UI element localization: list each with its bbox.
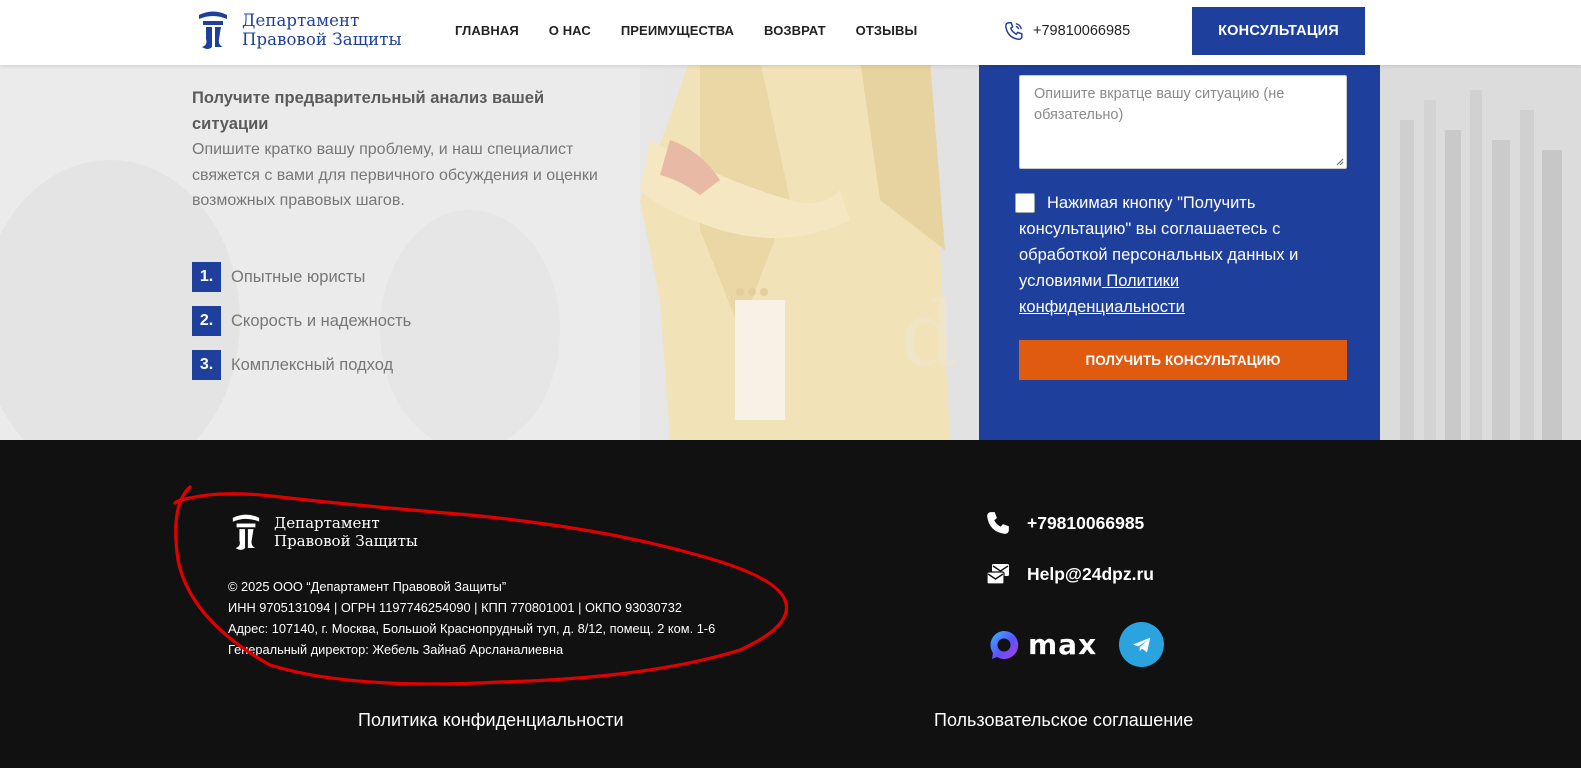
footer-logo[interactable]: Департамент Правовой Защиты xyxy=(230,512,418,552)
footer-email-address: Help@24dpz.ru xyxy=(1027,563,1154,584)
feature-label: Комплексный подход xyxy=(231,355,394,374)
site-footer: Департамент Правовой Защиты © 2025 ООО “… xyxy=(0,440,1581,768)
legal-info: © 2025 ООО “Департамент Правовой Защиты”… xyxy=(228,576,715,660)
footer-terms-link[interactable]: Пользовательское соглашение xyxy=(934,710,1193,731)
social-links: max xyxy=(988,622,1165,667)
feature-label: Опытные юристы xyxy=(231,267,366,286)
nav-home[interactable]: ГЛАВНАЯ xyxy=(455,23,519,38)
max-messenger-icon xyxy=(990,630,1019,659)
footer-logo-line-2: Правовой Защиты xyxy=(274,532,418,550)
header-phone[interactable]: +79810066985 xyxy=(1003,20,1130,42)
logo-line-1: Департамент xyxy=(242,11,360,30)
intro-text: Опишите кратко вашу проблему, и наш спец… xyxy=(192,141,598,209)
header-phone-number: +79810066985 xyxy=(1033,23,1131,39)
feature-label: Скорость и надежность xyxy=(231,311,412,330)
nav-advantages[interactable]: ПРЕИМУЩЕСТВА xyxy=(621,23,734,38)
consultation-form: Опишите вкратце вашу ситуацию (не обязат… xyxy=(979,0,1380,440)
consent-text: Нажимая кнопку "Получить консультацию" в… xyxy=(1019,190,1329,320)
hero-section: d Получите предварительный анализ вашей … xyxy=(0,0,1581,440)
column-logo-icon xyxy=(199,11,227,49)
feature-item: 2. Скорость и надежность xyxy=(192,306,411,336)
nav-reviews[interactable]: ОТЗЫВЫ xyxy=(856,23,918,38)
situation-textarea[interactable]: Опишите вкратце вашу ситуацию (не обязат… xyxy=(1019,75,1347,169)
mail-stack-icon xyxy=(986,564,1009,585)
phone-call-icon xyxy=(1005,22,1023,40)
intro-heading: Получите предварительный анализ вашей си… xyxy=(192,89,545,133)
copyright: © 2025 ООО “Департамент Правовой Защиты” xyxy=(228,579,507,594)
consultation-button[interactable]: КОНСУЛЬТАЦИЯ xyxy=(1192,7,1365,55)
phone-icon xyxy=(987,512,1009,534)
company-address: Адрес: 107140, г. Москва, Большой Красно… xyxy=(228,621,716,636)
features-list: 1. Опытные юристы 2. Скорость и надежнос… xyxy=(192,262,411,394)
footer-email[interactable]: Help@24dpz.ru xyxy=(985,561,1154,587)
site-header: Департамент Правовой Защиты ГЛАВНАЯ О НА… xyxy=(0,0,1581,65)
nav-refund[interactable]: ВОЗВРАТ xyxy=(764,23,826,38)
max-label: max xyxy=(1028,628,1098,661)
feature-item: 3. Комплексный подход xyxy=(192,350,411,380)
feature-number: 2. xyxy=(192,306,221,336)
footer-logo-line-1: Департамент xyxy=(274,514,380,532)
telegram-icon xyxy=(1132,637,1150,652)
feature-item: 1. Опытные юристы xyxy=(192,262,411,292)
max-messenger-link[interactable]: max xyxy=(988,628,1097,661)
textarea-placeholder: Опишите вкратце вашу ситуацию (не обязат… xyxy=(1034,86,1285,123)
main-nav: ГЛАВНАЯ О НАС ПРЕИМУЩЕСТВА ВОЗВРАТ ОТЗЫВ… xyxy=(455,23,947,38)
column-logo-icon xyxy=(232,514,260,550)
registry-numbers: ИНН 9705131094 | ОГРН 1197746254090 | КП… xyxy=(228,600,683,615)
general-director: Генеральный директор: Жебель Зайнаб Арсл… xyxy=(228,642,564,657)
feature-number: 1. xyxy=(192,262,221,292)
footer-phone[interactable]: +79810066985 xyxy=(985,510,1144,536)
get-consultation-button[interactable]: ПОЛУЧИТЬ КОНСУЛЬТАЦИЮ xyxy=(1019,340,1347,380)
resize-handle-icon[interactable] xyxy=(1336,158,1344,166)
feature-number: 3. xyxy=(192,350,221,380)
telegram-link[interactable] xyxy=(1119,622,1165,667)
footer-privacy-link[interactable]: Политика конфиденциальности xyxy=(358,710,624,731)
logo-line-2: Правовой Защиты xyxy=(242,30,402,49)
footer-phone-number: +79810066985 xyxy=(1027,512,1145,533)
svg-text:d: d xyxy=(900,282,958,387)
nav-about[interactable]: О НАС xyxy=(549,23,591,38)
header-logo[interactable]: Департамент Правовой Защиты xyxy=(196,9,402,51)
